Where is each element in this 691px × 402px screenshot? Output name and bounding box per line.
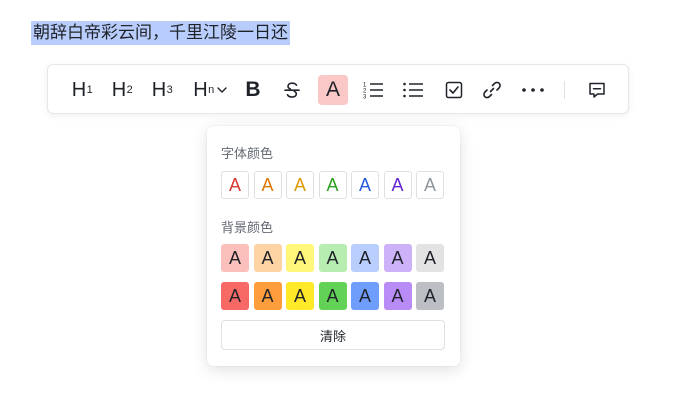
checkbox-button[interactable] [440, 75, 468, 105]
heading-2-sub: 2 [126, 84, 133, 96]
bullet-list-button[interactable] [398, 75, 428, 105]
formatting-toolbar: H1 H2 H3 Hn B A 123 [47, 64, 629, 114]
background-light-swatch[interactable]: A [286, 244, 314, 272]
heading-2-label: H [111, 78, 126, 101]
selected-text[interactable]: 朝辞白帝彩云间，千里江陵一日还 [31, 21, 290, 45]
font-color-swatch[interactable]: A [416, 171, 444, 199]
font-color-swatch[interactable]: A [318, 171, 347, 199]
strikethrough-button[interactable] [278, 75, 306, 105]
background-dark-swatch[interactable]: A [318, 282, 347, 310]
background-dark-swatch[interactable]: A [286, 282, 314, 310]
color-picker-panel: 字体颜色 AAAAAAA 背景颜色 AAAAAAA AAAAAAA 清除 [207, 126, 460, 366]
bullet-list-icon [402, 80, 424, 100]
background-dark-swatch[interactable]: A [221, 282, 249, 310]
background-dark-swatch[interactable]: A [351, 282, 379, 310]
background-dark-swatch[interactable]: A [383, 282, 412, 310]
background-light-swatch[interactable]: A [416, 244, 444, 272]
link-button[interactable] [478, 75, 506, 105]
background-dark-swatch[interactable]: A [416, 282, 444, 310]
background-light-row: AAAAAAA [221, 244, 444, 272]
heading-1-label: H [71, 78, 86, 101]
link-icon [482, 80, 502, 100]
ordered-list-icon: 123 [362, 80, 384, 100]
clear-color-button[interactable]: 清除 [221, 320, 445, 350]
font-color-swatch[interactable]: A [351, 171, 379, 199]
heading-2-button[interactable]: H2 [108, 75, 136, 105]
toolbar-divider [564, 81, 565, 99]
background-dark-row: AAAAAAA [221, 282, 444, 310]
comment-button[interactable] [583, 75, 611, 105]
svg-text:3: 3 [363, 95, 367, 101]
background-light-swatch[interactable]: A [351, 244, 379, 272]
heading-1-sub: 1 [86, 84, 93, 96]
heading-more-sub: n [208, 84, 214, 96]
font-color-title: 字体颜色 [221, 147, 274, 162]
heading-3-label: H [151, 78, 166, 101]
heading-3-button[interactable]: H3 [148, 75, 176, 105]
chevron-down-icon [217, 86, 227, 94]
checkbox-icon [445, 81, 463, 99]
more-icon [521, 87, 545, 93]
strikethrough-icon [282, 80, 302, 100]
font-color-swatch[interactable]: A [286, 171, 314, 199]
heading-more-label: H [193, 78, 208, 101]
heading-more-button[interactable]: Hn [188, 75, 232, 105]
comment-icon [587, 80, 607, 100]
more-button[interactable] [518, 75, 548, 105]
background-light-swatch[interactable]: A [383, 244, 412, 272]
font-color-swatch[interactable]: A [253, 171, 282, 199]
background-color-title: 背景颜色 [221, 221, 274, 236]
ordered-list-button[interactable]: 123 [358, 75, 388, 105]
font-color-swatch[interactable]: A [383, 171, 412, 199]
bold-button[interactable]: B [240, 75, 266, 105]
background-light-swatch[interactable]: A [221, 244, 249, 272]
background-dark-swatch[interactable]: A [253, 282, 282, 310]
font-color-swatch[interactable]: A [221, 171, 249, 199]
font-color-button[interactable]: A [318, 75, 348, 105]
background-light-swatch[interactable]: A [318, 244, 347, 272]
font-color-row: AAAAAAA [221, 171, 444, 199]
background-light-swatch[interactable]: A [253, 244, 282, 272]
heading-1-button[interactable]: H1 [68, 75, 96, 105]
heading-3-sub: 3 [166, 84, 173, 96]
